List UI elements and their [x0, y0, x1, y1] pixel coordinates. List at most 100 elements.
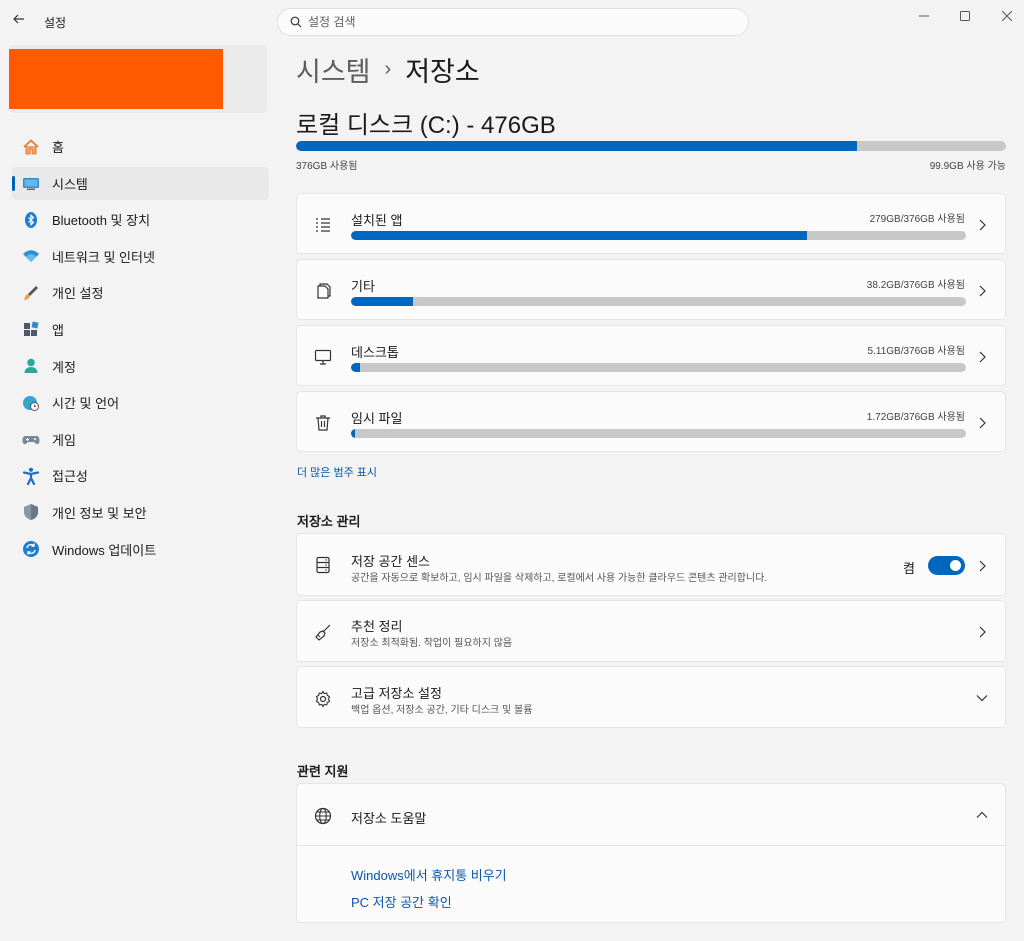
- category-installed-apps[interactable]: 설치된 앱 279GB/376GB 사용됨: [296, 193, 1006, 254]
- back-button[interactable]: [8, 8, 30, 30]
- sidebar-item-privacy[interactable]: 개인 정보 및 보안: [12, 496, 269, 529]
- chevron-right-icon: [975, 350, 989, 364]
- disk-used-label: 376GB 사용됨: [296, 161, 358, 172]
- chevron-right-icon: [975, 559, 989, 573]
- storage-sense-description: 공간을 자동으로 확보하고, 임시 파일을 삭제하고, 로컬에서 사용 가능한 …: [351, 573, 768, 584]
- gear-icon: [312, 688, 334, 710]
- disk-title: 로컬 디스크 (C:) - 476GB: [296, 112, 556, 139]
- user-profile[interactable]: [9, 45, 267, 113]
- sidebar-item-label: 계정: [52, 359, 76, 375]
- search-icon: [290, 16, 302, 28]
- more-categories-link[interactable]: 더 많은 범주 표시: [297, 464, 377, 480]
- breadcrumb-separator: ›: [384, 58, 392, 80]
- globe-icon: [312, 805, 334, 827]
- system-icon: [22, 174, 40, 192]
- wifi-icon: [22, 247, 40, 265]
- chevron-right-icon: [975, 218, 989, 232]
- storage-help-card: 저장소 도움말 Windows에서 휴지통 비우기 PC 저장 공간 확인: [296, 783, 1006, 923]
- monitor-icon: [312, 346, 334, 368]
- sidebar-item-network[interactable]: 네트워크 및 인터넷: [12, 240, 269, 273]
- sidebar-item-label: Windows 업데이트: [52, 542, 157, 558]
- minimize-icon: [919, 15, 929, 17]
- maximize-button[interactable]: [951, 6, 979, 26]
- disk-usage-fill: [296, 141, 857, 151]
- cleanup-title: 추천 정리: [351, 619, 403, 634]
- document-icon: [312, 280, 334, 302]
- sidebar-item-apps[interactable]: 앱: [12, 313, 269, 346]
- search-input[interactable]: [308, 15, 708, 29]
- storage-help-header[interactable]: 저장소 도움말: [297, 784, 1005, 846]
- sidebar-item-accessibility[interactable]: 접근성: [12, 459, 269, 492]
- advanced-settings-title: 고급 저장소 설정: [351, 686, 442, 701]
- sidebar-item-label: 개인 정보 및 보안: [52, 505, 147, 521]
- storage-management-heading: 저장소 관리: [297, 514, 361, 529]
- title-bar: 설정: [0, 0, 1024, 40]
- sidebar-item-home[interactable]: 홈: [12, 130, 269, 163]
- home-icon: [22, 138, 40, 156]
- category-bar-fill: [351, 231, 808, 240]
- category-label: 임시 파일: [351, 411, 403, 426]
- trash-icon: [312, 412, 334, 434]
- sidebar-item-label: 시스템: [52, 176, 88, 192]
- globe-clock-icon: [22, 394, 40, 412]
- sidebar-item-gaming[interactable]: 게임: [12, 423, 269, 456]
- category-bar: [351, 297, 966, 306]
- bluetooth-icon: [22, 211, 40, 229]
- help-link-empty-recycle-bin[interactable]: Windows에서 휴지통 비우기: [351, 865, 507, 884]
- page-title: 저장소: [405, 57, 480, 87]
- account-icon: [22, 357, 40, 375]
- sidebar-item-label: 앱: [52, 322, 64, 338]
- advanced-settings-description: 백업 옵션, 저장소 공간, 기타 디스크 및 볼륨: [351, 705, 533, 716]
- category-bar: [351, 231, 966, 240]
- chevron-right-icon: [975, 416, 989, 430]
- sidebar-item-label: 접근성: [52, 469, 88, 485]
- broom-icon: [312, 621, 334, 643]
- category-usage: 5.11GB/376GB 사용됨: [867, 346, 965, 357]
- sidebar-item-bluetooth[interactable]: Bluetooth 및 장치: [12, 203, 269, 236]
- minimize-button[interactable]: [910, 6, 938, 26]
- category-bar-fill: [351, 363, 360, 372]
- advanced-storage-settings-card[interactable]: 고급 저장소 설정 백업 옵션, 저장소 공간, 기타 디스크 및 볼륨: [296, 666, 1006, 728]
- chevron-right-icon: [975, 625, 989, 639]
- category-usage: 38.2GB/376GB 사용됨: [866, 280, 965, 291]
- storage-sense-toggle[interactable]: [928, 556, 965, 575]
- apps-icon: [22, 320, 40, 338]
- storage-sense-card[interactable]: 저장 공간 센스 공간을 자동으로 확보하고, 임시 파일을 삭제하고, 로컬에…: [296, 533, 1006, 596]
- sidebar-item-label: 게임: [52, 432, 76, 448]
- storage-drive-icon: [312, 554, 334, 576]
- shield-icon: [22, 503, 40, 521]
- sidebar-nav: 홈 시스템 Bluetooth 및 장치 네트워크 및 인터넷 개인 설정 앱: [12, 130, 269, 569]
- sidebar-item-label: 시간 및 언어: [52, 396, 120, 412]
- breadcrumb-parent[interactable]: 시스템: [296, 50, 371, 89]
- disk-free-label: 99.9GB 사용 가능: [929, 161, 1006, 172]
- disk-usage-bar: [296, 141, 1006, 151]
- chevron-down-icon[interactable]: [975, 691, 989, 705]
- category-label: 데스크톱: [351, 345, 399, 360]
- chevron-up-icon[interactable]: [975, 808, 989, 822]
- toggle-knob: [950, 560, 961, 571]
- category-desktop[interactable]: 데스크톱 5.11GB/376GB 사용됨: [296, 325, 1006, 386]
- chevron-right-icon: [975, 284, 989, 298]
- sidebar-item-personalization[interactable]: 개인 설정: [12, 276, 269, 309]
- category-other[interactable]: 기타 38.2GB/376GB 사용됨: [296, 259, 1006, 320]
- list-icon: [312, 214, 334, 236]
- sidebar-item-label: 홈: [52, 140, 64, 155]
- close-button[interactable]: [993, 6, 1021, 26]
- category-bar-fill: [351, 297, 414, 306]
- storage-sense-title: 저장 공간 센스: [351, 554, 430, 569]
- category-usage: 1.72GB/376GB 사용됨: [866, 412, 965, 423]
- sidebar-item-time-language[interactable]: 시간 및 언어: [12, 386, 269, 419]
- cleanup-recommendations-card[interactable]: 추천 정리 저장소 최적화됨. 작업이 필요하지 않음: [296, 600, 1006, 662]
- sidebar-item-system[interactable]: 시스템: [12, 166, 269, 200]
- back-arrow-icon: [13, 14, 24, 24]
- sidebar-item-accounts[interactable]: 계정: [12, 350, 269, 383]
- sidebar-item-label: Bluetooth 및 장치: [52, 213, 151, 229]
- gamepad-icon: [22, 430, 40, 448]
- search-box[interactable]: [277, 8, 749, 36]
- breadcrumb: 시스템 › 저장소: [296, 50, 480, 89]
- category-temp-files[interactable]: 임시 파일 1.72GB/376GB 사용됨: [296, 391, 1006, 452]
- category-label: 기타: [351, 279, 375, 294]
- help-link-check-storage[interactable]: PC 저장 공간 확인: [351, 892, 452, 911]
- cleanup-description: 저장소 최적화됨. 작업이 필요하지 않음: [351, 638, 513, 649]
- sidebar-item-windows-update[interactable]: Windows 업데이트: [12, 533, 269, 566]
